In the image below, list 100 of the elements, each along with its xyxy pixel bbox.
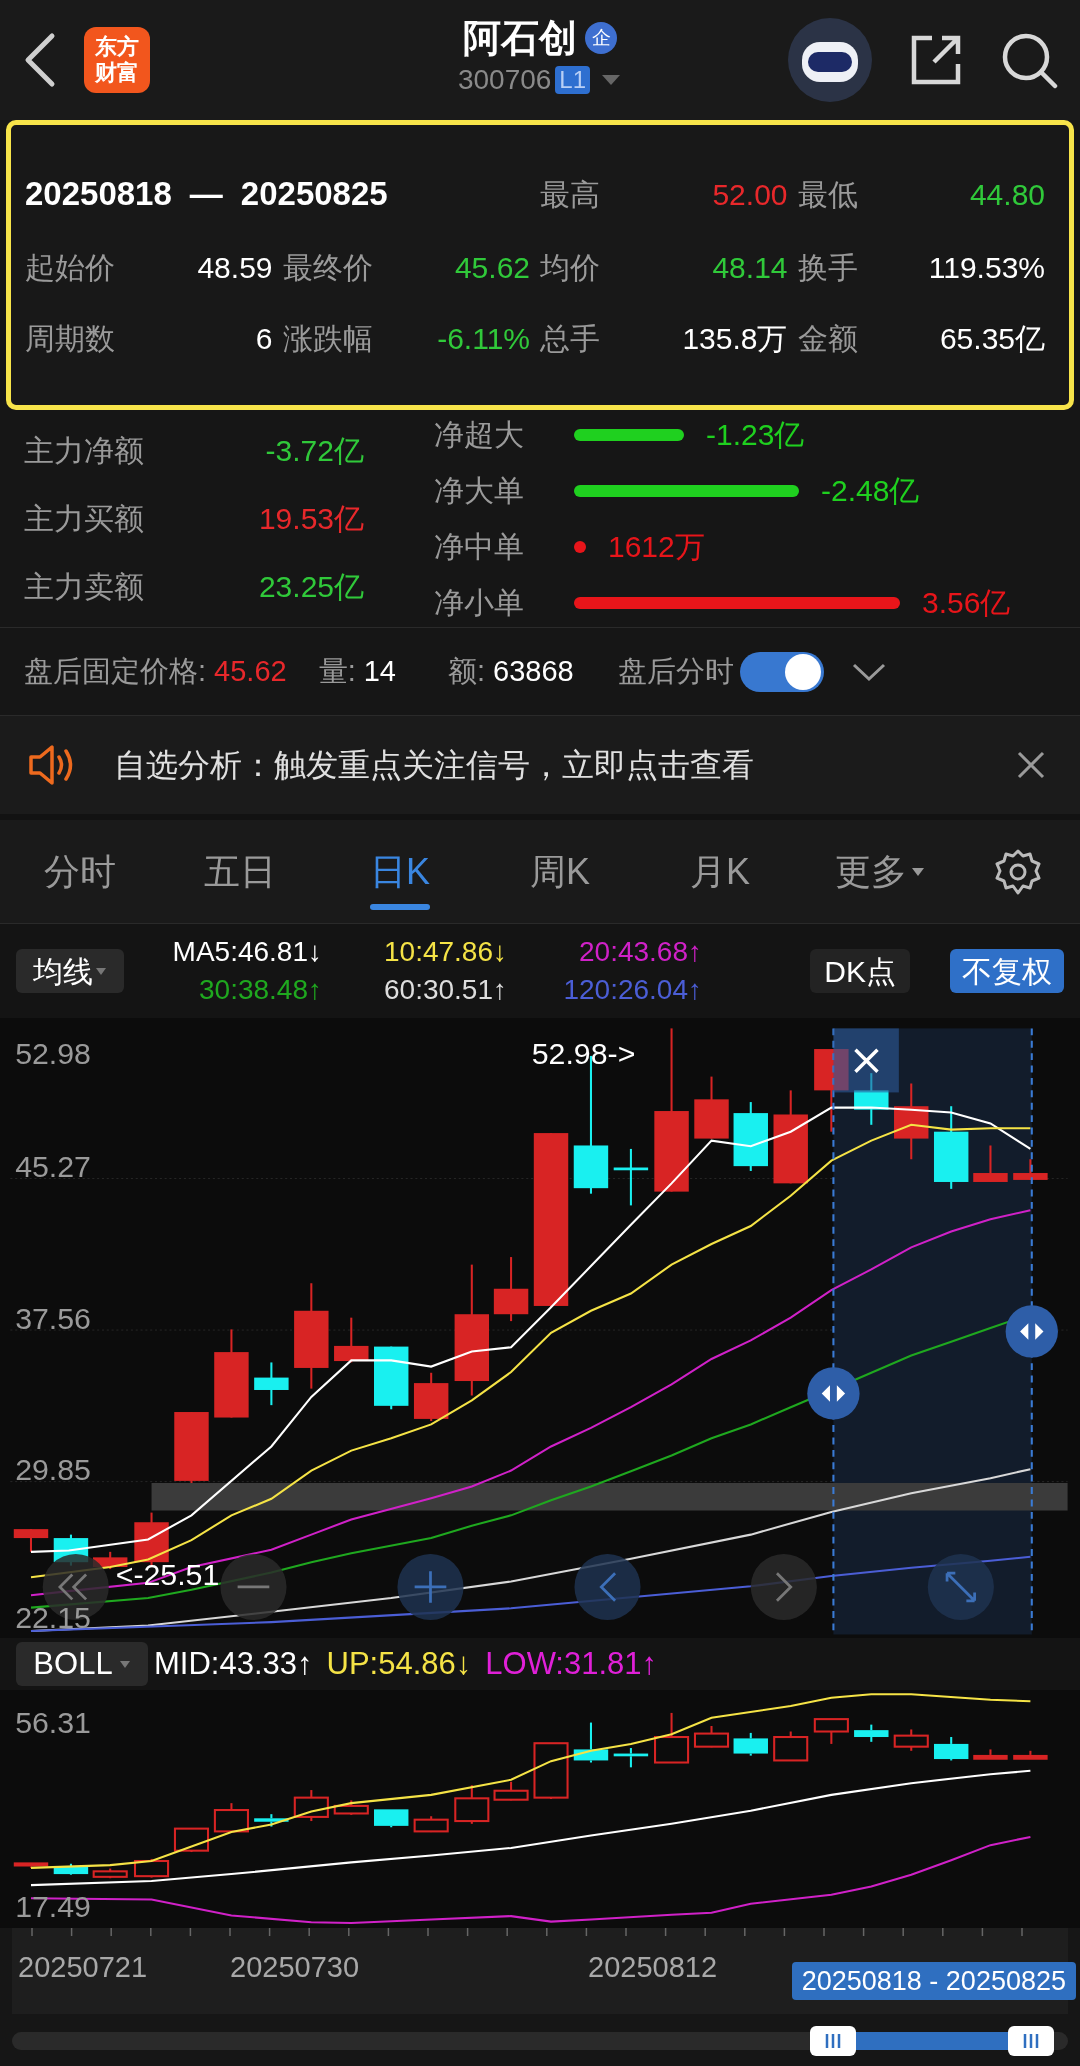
caret-icon <box>95 966 107 976</box>
stat-value: 135.8万 <box>682 320 788 357</box>
date-label: 20250730 <box>230 1950 360 1985</box>
chart-tab[interactable]: 五日 <box>160 819 320 924</box>
chart-tab[interactable]: 月K <box>640 819 800 924</box>
candlestick <box>334 1317 369 1363</box>
order-label: 净大单 <box>434 473 525 509</box>
ma-value: 60:30.51↑ <box>383 974 507 1006</box>
date-range-start: 20250818 <box>25 174 172 215</box>
order-value: 3.56亿 <box>922 585 1011 621</box>
stat-value: 48.59 <box>197 249 273 286</box>
indicator-dropdown[interactable]: BOLL <box>16 1642 148 1686</box>
ma-value: MA5:46.81↓ <box>171 936 322 968</box>
candlestick <box>293 1790 329 1822</box>
indicator-dropdown[interactable]: 均线 <box>16 949 124 993</box>
order-label: 净小单 <box>434 585 525 621</box>
candlestick <box>13 1861 49 1868</box>
flow-value: 19.53亿 <box>258 501 364 537</box>
ma-value: 10:47.86↓ <box>383 936 507 968</box>
candlestick <box>413 1816 449 1833</box>
after-hours-label: 盘后固定价格: <box>24 653 207 689</box>
price-label: 17.49 <box>15 1890 91 1924</box>
price-label: 52.98 <box>15 1036 91 1070</box>
date-label: 20250812 <box>588 1950 718 1985</box>
avatar-icon[interactable] <box>788 18 872 102</box>
fullscreen-button[interactable] <box>927 1553 994 1621</box>
candlestick <box>134 1512 169 1566</box>
order-value: -1.23亿 <box>706 417 805 453</box>
price-label: 45.27 <box>15 1150 91 1184</box>
candlestick <box>493 1257 529 1322</box>
close-button[interactable] <box>833 1028 899 1093</box>
after-hours-value: 14 <box>363 653 396 689</box>
search-icon[interactable] <box>1000 31 1058 89</box>
stat-value: 45.62 <box>454 249 530 286</box>
caret-icon[interactable] <box>600 73 623 87</box>
slider-handle[interactable] <box>810 2026 856 2056</box>
candlestick <box>454 1785 490 1824</box>
stock-title: 阿石创 <box>463 16 577 60</box>
chart-tab[interactable]: 分时 <box>0 819 160 924</box>
dk-button[interactable]: DK点 <box>810 949 910 993</box>
candlestick <box>254 1814 289 1827</box>
price-label: 56.31 <box>15 1705 91 1739</box>
stat-value: 48.14 <box>712 249 788 286</box>
candlestick <box>573 1722 609 1763</box>
order-value: 1612万 <box>608 529 705 565</box>
stat-label: 涨跌幅 <box>282 320 373 357</box>
verified-badge: 企 <box>585 22 617 54</box>
candlestick <box>374 1808 409 1828</box>
close-icon[interactable] <box>1016 750 1046 780</box>
slider-handle[interactable] <box>1008 2026 1054 2056</box>
range-handle[interactable] <box>807 1367 860 1420</box>
range-slider-track[interactable] <box>12 2032 1068 2050</box>
chart-tab[interactable]: 周K <box>480 819 640 924</box>
candlestick <box>733 1732 768 1756</box>
after-hours-value: 45.62 <box>214 653 287 689</box>
candlestick <box>533 1742 569 1799</box>
boll-value: LOW:31.81↑ <box>485 1644 658 1683</box>
chevron-down-icon[interactable] <box>851 661 886 682</box>
chart-tab[interactable]: 更多 <box>800 819 960 924</box>
flow-label: 主力买额 <box>24 501 144 537</box>
zoom-in-button[interactable] <box>397 1553 464 1621</box>
flow-label: 主力卖额 <box>24 569 144 606</box>
logo-text: 财富 <box>95 60 139 86</box>
stat-label: 换手 <box>797 249 858 286</box>
stat-label: 最高 <box>540 176 600 213</box>
order-label: 净超大 <box>434 417 525 453</box>
candlestick <box>493 1781 529 1801</box>
date-range-end: 20250825 <box>240 174 388 215</box>
candlestick <box>893 1729 929 1751</box>
price-label: 22.15 <box>15 1601 91 1635</box>
flow-value: -3.72亿 <box>265 432 364 469</box>
previous-button[interactable] <box>574 1553 641 1621</box>
stat-label: 总手 <box>540 320 600 357</box>
next-button[interactable] <box>750 1553 817 1621</box>
order-value: -2.48亿 <box>821 473 920 509</box>
candlestick <box>654 1712 690 1764</box>
candlestick <box>733 1102 768 1171</box>
after-hours-label: 量: <box>318 653 356 689</box>
stat-value: 65.35亿 <box>939 320 1045 357</box>
zoom-out-button[interactable] <box>220 1553 287 1621</box>
range-handle[interactable] <box>1005 1305 1058 1358</box>
candlestick <box>613 1148 649 1206</box>
flow-label: 主力净额 <box>24 432 144 469</box>
settings-icon[interactable] <box>994 847 1042 896</box>
candlestick <box>13 1529 49 1552</box>
candlestick <box>773 1731 809 1762</box>
adjust-button[interactable]: 不复权 <box>950 949 1064 993</box>
price-label: 29.85 <box>15 1453 91 1487</box>
candlestick <box>973 1145 1008 1182</box>
toggle-switch[interactable] <box>739 651 824 692</box>
order-label: 净中单 <box>434 529 525 565</box>
candlestick <box>1013 1159 1048 1180</box>
ma-value: 20:43.68↑ <box>578 936 702 968</box>
stat-label: 最低 <box>797 176 858 213</box>
candlestick <box>213 1803 249 1833</box>
candlestick <box>413 1372 449 1421</box>
candlestick <box>92 1868 128 1879</box>
chart-tab[interactable]: 日K <box>320 819 480 924</box>
stat-label: 均价 <box>540 249 600 286</box>
range-tooltip: 20250818 - 20250825 <box>791 1962 1076 2000</box>
